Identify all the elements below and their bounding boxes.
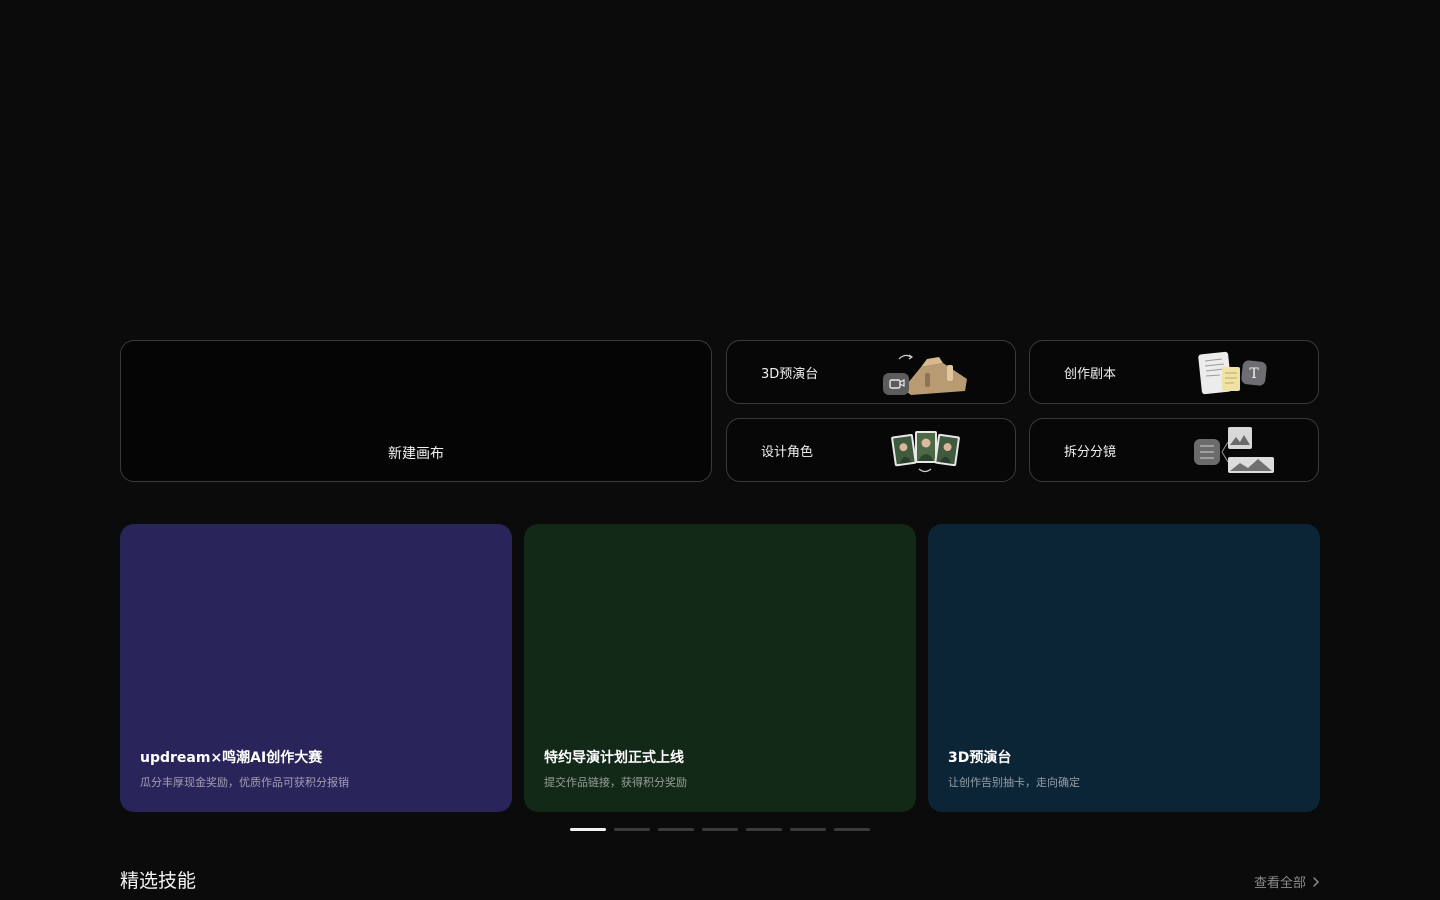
chevron-right-icon [1313,876,1320,887]
tool-card-label: 设计角色 [761,445,814,460]
banner-subtitle: 提交作品链接，获得积分奖励 [544,776,687,789]
carousel-dot[interactable] [702,828,738,831]
home-page: 新建画布 3D预演台 创作剧本 T 设计角色 拆分分镜 updream×鸣潮AI… [0,0,1440,900]
new-canvas-card[interactable]: 新建画布 [120,340,712,482]
3d-stage-thumbnail-icon [883,354,967,395]
tool-card-script[interactable]: 创作剧本 T [1029,340,1319,404]
view-all-link[interactable]: 查看全部 [1254,872,1320,891]
banner-title: updream×鸣潮AI创作大赛 [140,750,323,766]
character-portraits-icon [891,431,960,473]
script-documents-icon: T [1198,351,1267,395]
tool-card-label: 拆分分镜 [1064,445,1117,460]
tool-card-label: 创作剧本 [1064,367,1117,382]
new-canvas-label: 新建画布 [388,446,444,462]
carousel-dot[interactable] [570,828,606,831]
tool-card-label: 3D预演台 [761,367,819,382]
banner-card-director-plan[interactable]: 特约导演计划正式上线 提交作品链接，获得积分奖励 [524,524,916,812]
banner-card-3d-stage[interactable]: 3D预演台 让创作告别抽卡，走向确定 [928,524,1320,812]
carousel-dot[interactable] [746,828,782,831]
svg-text:T: T [1249,366,1259,382]
section-title: 精选技能 [120,870,197,892]
tool-card-3d-stage[interactable]: 3D预演台 [726,340,1016,404]
tool-card-character[interactable]: 设计角色 [726,418,1016,482]
banner-subtitle: 瓜分丰厚现金奖励，优质作品可获积分报销 [140,776,349,789]
carousel-dot[interactable] [834,828,870,831]
storyboard-split-icon [1194,427,1274,473]
banner-title: 3D预演台 [948,750,1012,766]
banner-subtitle: 让创作告别抽卡，走向确定 [948,776,1080,789]
banner-card-contest[interactable]: updream×鸣潮AI创作大赛 瓜分丰厚现金奖励，优质作品可获积分报销 [120,524,512,812]
carousel-dot[interactable] [658,828,694,831]
banner-title: 特约导演计划正式上线 [544,750,684,766]
view-all-label: 查看全部 [1253,876,1306,891]
tool-card-storyboard[interactable]: 拆分分镜 [1029,418,1319,482]
carousel-dot[interactable] [790,828,826,831]
carousel-dot[interactable] [614,828,650,831]
